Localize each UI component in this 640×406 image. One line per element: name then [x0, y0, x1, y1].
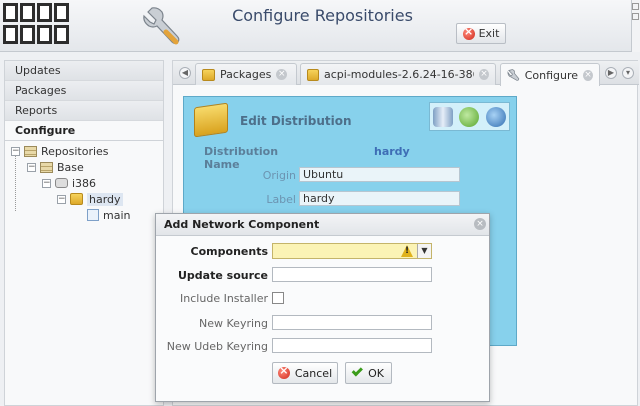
document-icon — [87, 209, 99, 221]
wrench-icon — [143, 7, 180, 45]
warning-icon — [401, 245, 413, 257]
dialog-title: Add Network Component — [156, 214, 489, 236]
tree-node-main[interactable]: main — [87, 207, 130, 223]
edit-distribution-title: Edit Distribution — [240, 114, 352, 128]
new-keyring-label: New Keyring — [199, 317, 268, 330]
close-icon[interactable]: × — [583, 69, 593, 81]
tab-acpi-modules[interactable]: acpi-modules-2.6.24-16-386-di × — [300, 63, 496, 85]
new-udeb-keyring-label: New Udeb Keyring — [166, 340, 268, 353]
close-icon[interactable]: × — [276, 69, 288, 80]
components-label: Components — [190, 245, 268, 258]
cancel-icon — [277, 364, 290, 379]
add-network-component-dialog: Add Network Component × Components ▼ Upd… — [155, 213, 490, 402]
include-installer-label: Include Installer — [180, 292, 268, 305]
include-installer-checkbox[interactable] — [272, 292, 284, 304]
cancel-button[interactable]: Cancel — [272, 362, 338, 384]
tree-label: i386 — [72, 176, 97, 190]
app-logo — [3, 3, 71, 47]
sidebar: Updates Packages Reports Configure − Rep… — [4, 60, 164, 406]
page-title: Configure Repositories — [232, 6, 413, 25]
repository-tree: − Repositories − Base − i386 − hardy mai… — [5, 141, 163, 222]
sidebar-item-updates[interactable]: Updates — [5, 61, 163, 81]
close-icon[interactable]: × — [474, 218, 486, 230]
database-icon[interactable] — [433, 106, 454, 127]
tab-configure[interactable]: Configure × — [500, 63, 600, 86]
tab-bar: ◀ Packages × acpi-modules-2.6.24-16-386-… — [173, 61, 639, 86]
ok-button[interactable]: OK — [345, 362, 392, 384]
sidebar-item-packages[interactable]: Packages — [5, 81, 163, 101]
package-icon — [194, 102, 228, 138]
components-combo[interactable]: ▼ — [272, 243, 432, 259]
new-keyring-field[interactable] — [272, 315, 432, 330]
network-icon — [55, 178, 68, 188]
tab-menu-icon[interactable]: ▾ — [622, 67, 634, 79]
tab-label: Configure — [524, 68, 579, 82]
collapse-icon[interactable]: − — [42, 178, 51, 188]
label-label: Label — [266, 193, 296, 206]
label-field[interactable]: hardy — [299, 191, 460, 206]
cancel-label: Cancel — [294, 366, 333, 380]
exit-label: Exit — [478, 27, 500, 40]
package-icon — [307, 68, 319, 81]
origin-label: Origin — [262, 169, 296, 182]
distribution-name-label: Distribution Name — [204, 145, 279, 171]
app-window: Configure Repositories Exit Updates Pack… — [0, 0, 640, 406]
globe-icon[interactable] — [485, 106, 506, 127]
update-source-label: Update source — [178, 269, 268, 282]
package-icon — [202, 68, 215, 81]
tab-label: Packages — [220, 68, 272, 81]
tree-label: hardy — [87, 192, 123, 206]
sidebar-item-reports[interactable]: Reports — [5, 101, 163, 121]
update-source-field[interactable] — [272, 267, 432, 282]
tab-scroll-right-icon[interactable]: ▶ — [605, 67, 617, 79]
tree-node-repositories[interactable]: − Repositories — [11, 143, 109, 159]
tab-packages[interactable]: Packages × — [195, 63, 297, 85]
ok-label: OK — [368, 366, 384, 380]
panel-toolbar — [429, 102, 510, 131]
chevron-down-icon[interactable]: ▼ — [417, 244, 431, 258]
tab-label: acpi-modules-2.6.24-16-386-di — [324, 68, 474, 81]
exit-icon — [462, 25, 475, 40]
collapse-icon[interactable]: − — [27, 162, 36, 172]
package-icon — [70, 193, 83, 205]
origin-field[interactable]: Ubuntu — [299, 167, 460, 182]
wrench-icon — [507, 69, 520, 81]
sidebar-item-configure[interactable]: Configure — [5, 121, 163, 141]
header-bar: Configure Repositories Exit — [0, 0, 640, 52]
table-icon — [24, 145, 37, 157]
distribution-name-value: hardy — [374, 145, 410, 158]
tree-label: Repositories — [41, 144, 109, 158]
new-udeb-keyring-field[interactable] — [272, 338, 432, 353]
header-scrollbar[interactable] — [631, 0, 640, 52]
tree-label: main — [103, 208, 131, 222]
save-icon[interactable] — [459, 106, 480, 127]
tree-node-hardy[interactable]: − hardy — [57, 191, 123, 207]
table-icon — [40, 161, 53, 173]
collapse-icon[interactable]: − — [57, 194, 66, 204]
collapse-icon[interactable]: − — [11, 146, 20, 156]
tree-label: Base — [57, 160, 84, 174]
exit-button[interactable]: Exit — [456, 23, 506, 44]
close-icon[interactable]: × — [479, 69, 489, 80]
tree-node-base[interactable]: − Base — [27, 159, 84, 175]
tree-node-i386[interactable]: − i386 — [42, 175, 96, 191]
tab-scroll-left-icon[interactable]: ◀ — [179, 67, 191, 79]
checkmark-icon — [351, 365, 364, 377]
